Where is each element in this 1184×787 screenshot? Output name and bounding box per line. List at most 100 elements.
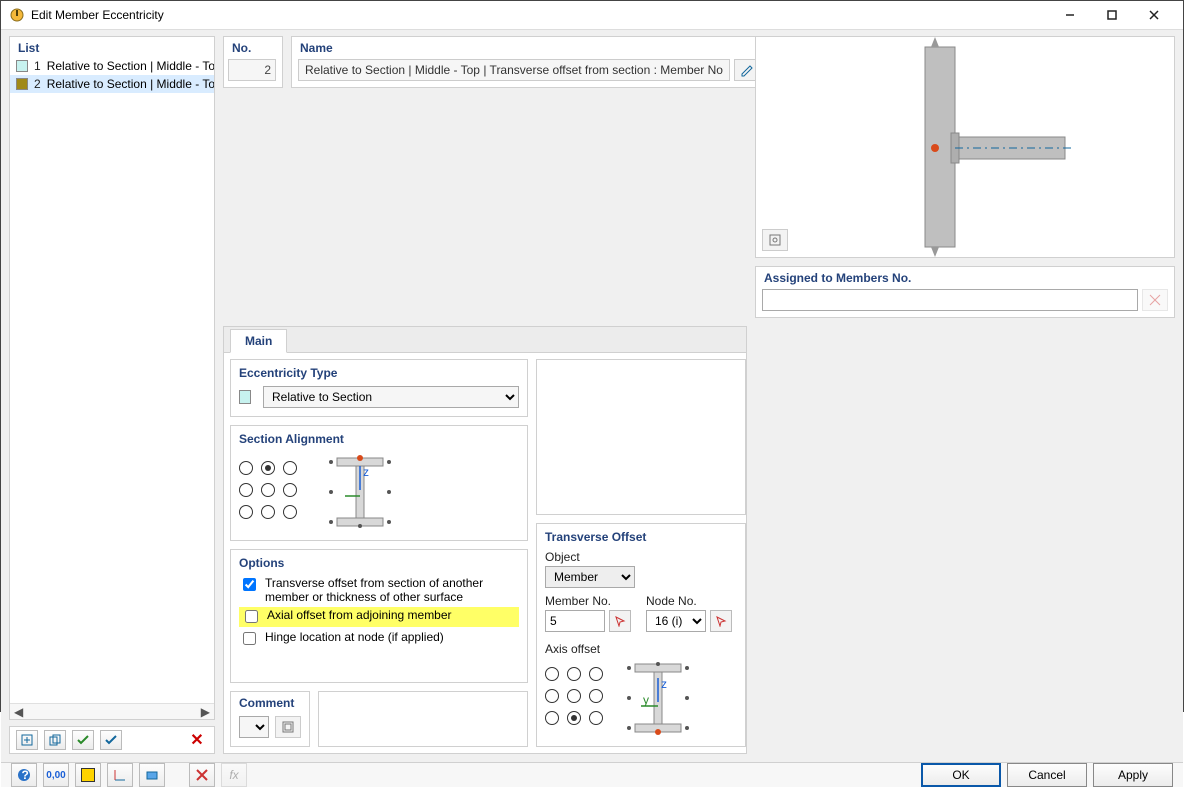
bottom-toolbar: ? 0,00 fx OK Cancel Apply (1, 762, 1183, 787)
blank-panel (318, 691, 528, 747)
axial-offset-checkbox[interactable]: Axial offset from adjoining member (239, 607, 519, 627)
list-item-text: Relative to Section | Middle - To (47, 59, 214, 73)
delete-button[interactable]: ✕ (186, 730, 208, 750)
view-button[interactable] (139, 763, 165, 787)
color-button[interactable] (75, 763, 101, 787)
align-radio[interactable] (239, 461, 253, 475)
function-button[interactable]: fx (221, 763, 247, 787)
units-button[interactable]: 0,00 (43, 763, 69, 787)
svg-text:z: z (363, 465, 369, 479)
help-button[interactable]: ? (11, 763, 37, 787)
name-field[interactable]: Relative to Section | Middle - Top | Tra… (298, 59, 730, 81)
list-item-text: Relative to Section | Middle - To (47, 77, 214, 91)
axis-diagram: z y (623, 658, 693, 738)
window-title: Edit Member Eccentricity (31, 8, 1049, 22)
comment-group: Comment (230, 691, 310, 747)
comment-label: Comment (239, 696, 301, 710)
pick-member-button[interactable] (609, 610, 631, 632)
assigned-panel: Assigned to Members No. (755, 266, 1175, 318)
object-label: Object (545, 550, 737, 564)
align-radio[interactable] (239, 483, 253, 497)
list-body[interactable]: 1 Relative to Section | Middle - To 2 Re… (10, 57, 214, 703)
eccentricity-type-group: Eccentricity Type Relative to Section (230, 359, 528, 417)
cancel-button[interactable]: Cancel (1007, 763, 1087, 787)
check-selected-button[interactable] (100, 730, 122, 750)
list-toolbar: ✕ (9, 726, 215, 754)
transverse-offset-label: Transverse Offset (545, 530, 737, 544)
type-color-swatch (239, 390, 251, 404)
object-select[interactable]: Member (545, 566, 635, 588)
pick-members-button[interactable] (1142, 289, 1168, 311)
section-diagram: z (325, 452, 395, 532)
axis-radio[interactable] (545, 667, 559, 681)
axis-radio[interactable] (589, 711, 603, 725)
preview-panel (755, 36, 1175, 258)
new-button[interactable] (16, 730, 38, 750)
align-radio[interactable] (261, 461, 275, 475)
svg-text:y: y (643, 693, 649, 707)
section-alignment-group: Section Alignment (230, 425, 528, 541)
align-radio[interactable] (239, 505, 253, 519)
minimize-button[interactable] (1049, 1, 1091, 29)
color-swatch (16, 78, 28, 90)
name-label: Name (298, 39, 760, 59)
maximize-button[interactable] (1091, 1, 1133, 29)
svg-text:z: z (661, 677, 667, 691)
comment-select[interactable] (239, 716, 269, 738)
list-panel: List 1 Relative to Section | Middle - To… (9, 36, 215, 720)
axis-radio[interactable] (589, 667, 603, 681)
align-radio[interactable] (283, 483, 297, 497)
horizontal-scrollbar[interactable]: ◀ ▶ (10, 703, 214, 719)
transverse-offset-checkbox[interactable]: Transverse offset from section of anothe… (239, 576, 519, 604)
axis-radio[interactable] (567, 711, 581, 725)
axis-radio[interactable] (545, 711, 559, 725)
eccentricity-type-select[interactable]: Relative to Section (263, 386, 519, 408)
axis-radio[interactable] (567, 689, 581, 703)
name-panel: Name Relative to Section | Middle - Top … (291, 36, 767, 88)
copy-button[interactable] (44, 730, 66, 750)
list-header: List (10, 37, 214, 57)
titlebar: Edit Member Eccentricity (1, 1, 1183, 30)
member-no-label: Member No. (545, 594, 636, 608)
coords-button[interactable] (107, 763, 133, 787)
axis-offset-label: Axis offset (545, 642, 737, 656)
align-radio[interactable] (283, 505, 297, 519)
tab-main[interactable]: Main (230, 329, 287, 353)
align-radio[interactable] (261, 505, 275, 519)
preview-render (855, 37, 1075, 257)
align-radio[interactable] (283, 461, 297, 475)
eccentricity-type-label: Eccentricity Type (239, 366, 519, 380)
close-button[interactable] (1133, 1, 1175, 29)
ok-button[interactable]: OK (921, 763, 1001, 787)
apply-button[interactable]: Apply (1093, 763, 1173, 787)
member-no-field[interactable] (545, 610, 605, 632)
no-panel: No. (223, 36, 283, 88)
no-label: No. (230, 39, 276, 59)
check-all-button[interactable] (72, 730, 94, 750)
list-item[interactable]: 1 Relative to Section | Middle - To (10, 57, 214, 75)
list-item-num: 1 (34, 59, 41, 73)
axis-radio[interactable] (589, 689, 603, 703)
axis-radio[interactable] (545, 689, 559, 703)
align-radio[interactable] (261, 483, 275, 497)
axis-radio[interactable] (567, 667, 581, 681)
section-alignment-radios[interactable] (239, 461, 301, 523)
options-group: Options Transverse offset from section o… (230, 549, 528, 683)
upper-blank-panel (536, 359, 746, 515)
node-no-select[interactable]: 16 (i) (646, 610, 706, 632)
axis-offset-radios[interactable] (545, 667, 607, 729)
color-swatch (16, 60, 28, 72)
svg-text:?: ? (22, 768, 29, 782)
assigned-field[interactable] (762, 289, 1138, 311)
list-item-num: 2 (34, 77, 41, 91)
no-field[interactable] (228, 59, 276, 81)
section-alignment-label: Section Alignment (239, 432, 519, 446)
options-label: Options (239, 556, 519, 570)
preview-settings-button[interactable] (762, 229, 788, 251)
reset-button[interactable] (189, 763, 215, 787)
pick-node-button[interactable] (710, 610, 732, 632)
list-item[interactable]: 2 Relative to Section | Middle - To (10, 75, 214, 93)
app-icon (9, 7, 25, 23)
hinge-location-checkbox[interactable]: Hinge location at node (if applied) (239, 630, 519, 648)
comment-library-button[interactable] (275, 716, 301, 738)
